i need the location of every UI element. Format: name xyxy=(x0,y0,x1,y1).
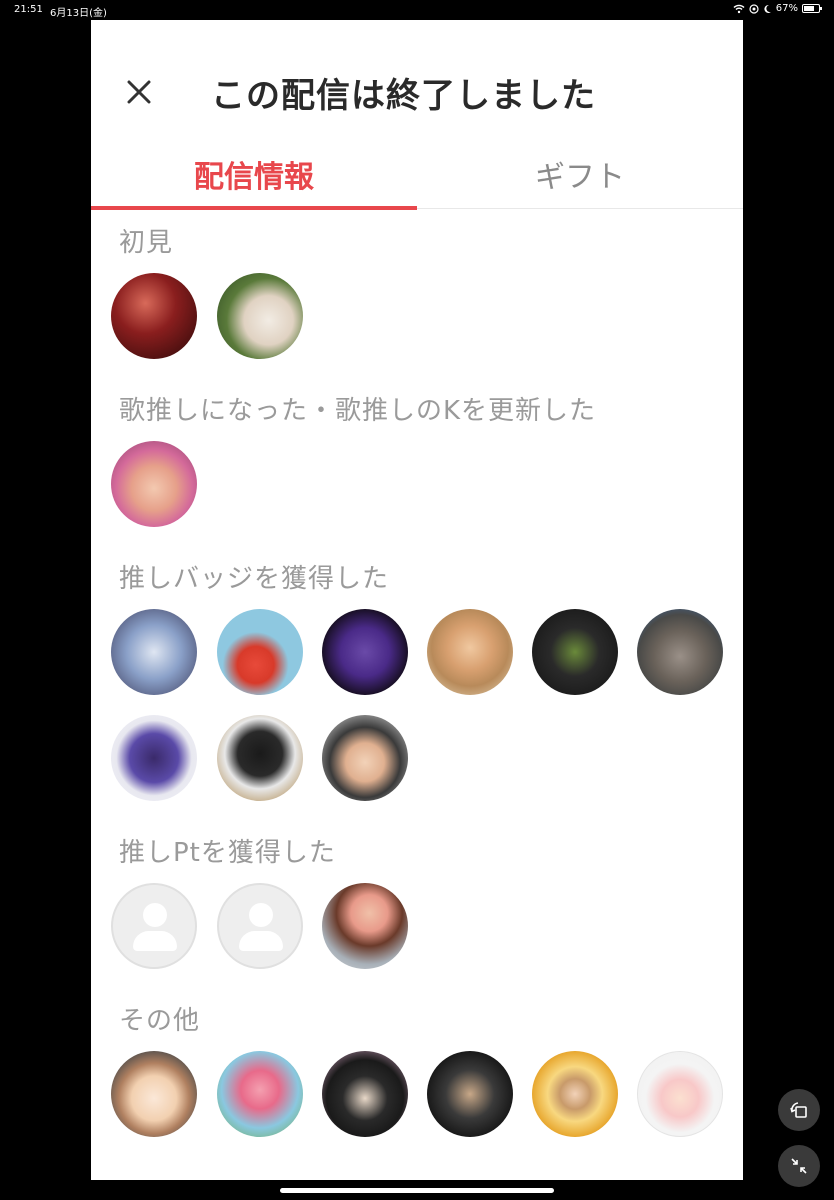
status-indicators: 67% xyxy=(733,3,822,14)
status-date: 6月13日(金) xyxy=(50,8,107,19)
rotate-icon xyxy=(790,1102,807,1118)
close-button[interactable] xyxy=(121,74,157,110)
rotate-button[interactable] xyxy=(778,1089,820,1131)
avatar[interactable] xyxy=(532,1051,618,1137)
avatar[interactable] xyxy=(111,609,197,695)
tab-bar: 配信情報 ギフト xyxy=(91,140,743,210)
avatar[interactable] xyxy=(111,273,197,359)
section-label-first-time: 初見 xyxy=(119,228,174,258)
avatar[interactable] xyxy=(637,1051,723,1137)
battery-icon xyxy=(802,4,822,13)
avatar[interactable] xyxy=(322,715,408,801)
section-label-points: 推しPtを獲得した xyxy=(119,838,336,868)
tab-stream-info-label: 配信情報 xyxy=(194,160,314,195)
collapse-icon xyxy=(791,1158,807,1174)
avatar[interactable] xyxy=(532,609,618,695)
tab-gift[interactable]: ギフト xyxy=(417,140,743,208)
avatar-default[interactable] xyxy=(217,883,303,969)
avatar[interactable] xyxy=(322,609,408,695)
avatar[interactable] xyxy=(217,273,303,359)
close-icon xyxy=(127,80,151,104)
avatar[interactable] xyxy=(322,883,408,969)
avatar[interactable] xyxy=(217,609,303,695)
person-icon xyxy=(249,903,273,927)
tab-gift-label: ギフト xyxy=(535,160,625,195)
avatar[interactable] xyxy=(217,715,303,801)
tab-stream-info[interactable]: 配信情報 xyxy=(91,140,417,208)
status-time: 21:51 xyxy=(14,4,43,15)
avatar[interactable] xyxy=(217,1051,303,1137)
avatar[interactable] xyxy=(427,609,513,695)
home-indicator[interactable] xyxy=(280,1188,554,1193)
moon-icon xyxy=(764,4,771,13)
status-bar: 21:51 6月13日(金) 67% xyxy=(0,0,834,20)
avatar[interactable] xyxy=(322,1051,408,1137)
section-label-badge: 推しバッジを獲得した xyxy=(119,564,390,594)
avatar[interactable] xyxy=(111,715,197,801)
section-label-other: その他 xyxy=(119,1006,201,1036)
location-icon xyxy=(749,3,759,14)
avatar[interactable] xyxy=(111,1051,197,1137)
active-tab-indicator xyxy=(91,206,417,210)
person-icon-body xyxy=(133,931,177,951)
person-icon xyxy=(143,903,167,927)
avatar-default[interactable] xyxy=(111,883,197,969)
avatar[interactable] xyxy=(637,609,723,695)
stream-ended-sheet: この配信は終了しました 配信情報 ギフト 初見 歌推しになった・歌推しのKを更新… xyxy=(91,20,743,1180)
collapse-button[interactable] xyxy=(778,1145,820,1187)
wifi-icon xyxy=(733,4,745,13)
battery-percent: 67% xyxy=(775,3,798,14)
page-title: この配信は終了しました xyxy=(211,76,596,116)
person-icon-body xyxy=(239,931,283,951)
avatar[interactable] xyxy=(427,1051,513,1137)
section-label-song-oshi: 歌推しになった・歌推しのKを更新した xyxy=(119,396,597,426)
avatar[interactable] xyxy=(111,441,197,527)
